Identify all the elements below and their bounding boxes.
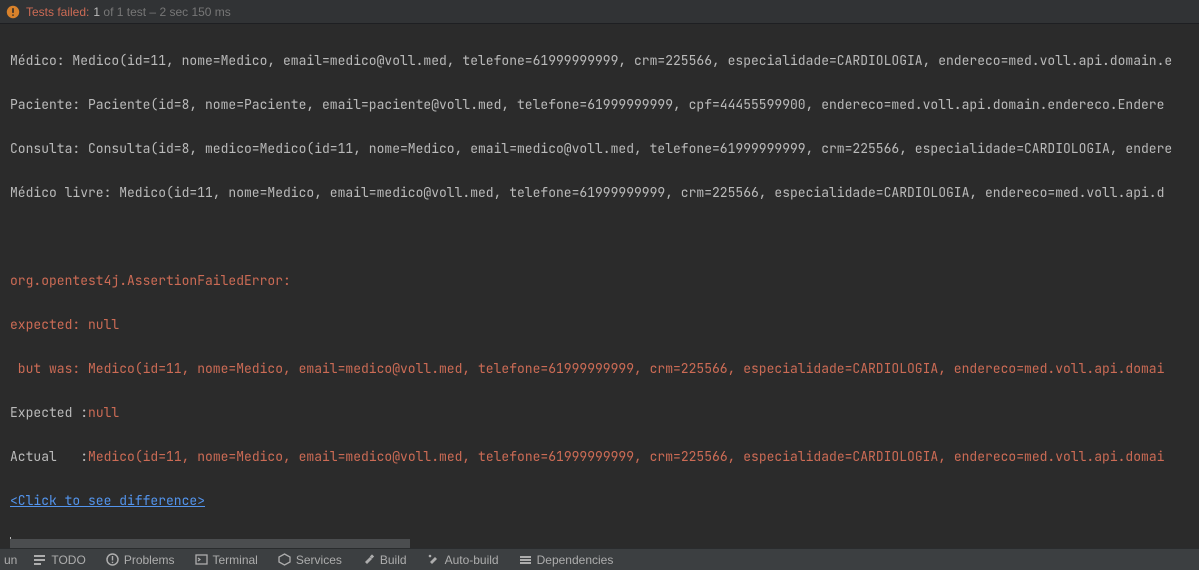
services-icon: [278, 553, 291, 566]
tab-services[interactable]: Services: [268, 549, 352, 570]
test-status-bar: Tests failed: 1 of 1 test – 2 sec 150 ms: [0, 0, 1199, 24]
tests-failed-label: Tests failed:: [26, 5, 89, 19]
output-line: Consulta: Consulta(id=8, medico=Medico(i…: [10, 138, 1189, 160]
dependencies-icon: [519, 553, 532, 566]
output-line: Paciente: Paciente(id=8, nome=Paciente, …: [10, 94, 1189, 116]
expected-value: null: [88, 404, 119, 421]
auto-build-icon: [427, 553, 440, 566]
output-line: Médico: Medico(id=11, nome=Medico, email…: [10, 50, 1189, 72]
tab-dependencies[interactable]: Dependencies: [509, 549, 624, 570]
actual-label: Actual :: [10, 448, 88, 465]
tests-summary-rest: of 1 test – 2 sec 150 ms: [103, 5, 230, 19]
todo-icon: [33, 553, 46, 566]
horizontal-scrollbar[interactable]: [10, 539, 410, 548]
bottom-toolwindow-bar: un TODO Problems Terminal Services Build…: [0, 548, 1199, 570]
output-line: Médico livre: Medico(id=11, nome=Medico,…: [10, 182, 1189, 204]
problems-icon: [106, 553, 119, 566]
build-icon: [362, 553, 375, 566]
tab-problems[interactable]: Problems: [96, 549, 185, 570]
console-output[interactable]: Médico: Medico(id=11, nome=Medico, email…: [0, 24, 1199, 546]
terminal-icon: [195, 553, 208, 566]
tab-build[interactable]: Build: [352, 549, 417, 570]
tab-run[interactable]: un: [0, 549, 23, 570]
but-was-line: but was: Medico(id=11, nome=Medico, emai…: [10, 358, 1189, 380]
tab-auto-build[interactable]: Auto-build: [417, 549, 509, 570]
expected-label: Expected :: [10, 404, 88, 421]
tab-todo[interactable]: TODO: [23, 549, 95, 570]
tests-failed-count: 1: [93, 5, 100, 19]
tab-terminal[interactable]: Terminal: [185, 549, 268, 570]
error-header: org.opentest4j.AssertionFailedError:: [10, 270, 1189, 292]
actual-value: Medico(id=11, nome=Medico, email=medico@…: [88, 448, 1164, 465]
click-difference-link[interactable]: <Click to see difference>: [10, 492, 205, 509]
warning-icon: [6, 5, 20, 19]
expected-line: expected: null: [10, 314, 1189, 336]
